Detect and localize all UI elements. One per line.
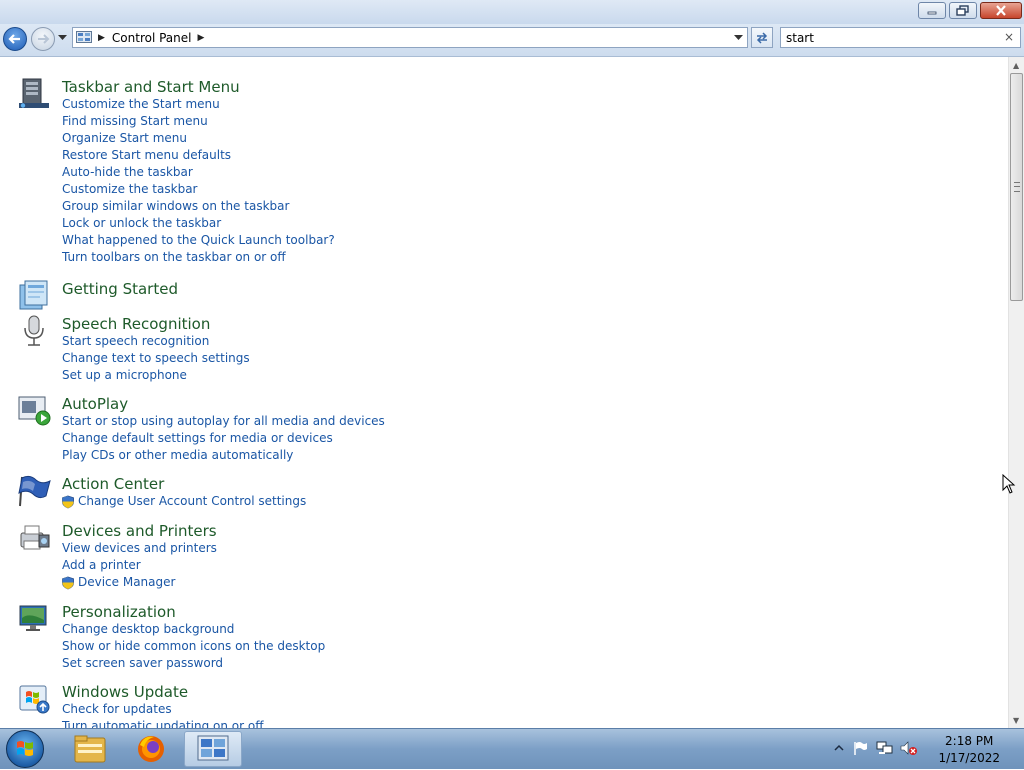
result-link[interactable]: Play CDs or other media automatically [62,448,293,462]
result-link[interactable]: Show or hide common icons on the desktop [62,639,325,653]
result-link[interactable]: Device Manager [78,575,175,589]
start-button[interactable] [6,730,44,768]
result-link[interactable]: Set up a microphone [62,368,187,382]
minimize-icon [927,11,937,14]
clear-search-button[interactable]: × [1004,30,1014,44]
breadcrumb-control-panel[interactable]: Control Panel [112,31,192,45]
section-title[interactable]: Speech Recognition [62,315,210,333]
result-link[interactable]: Change text to speech settings [62,351,250,365]
window-controls [915,2,1022,19]
microphone-icon [24,315,44,346]
system-clock[interactable]: 2:18 PM 1/17/2022 [938,733,1000,767]
forward-button[interactable] [31,27,55,51]
result-link[interactable]: View devices and printers [62,541,217,555]
section-title[interactable]: Action Center [62,475,164,493]
forward-arrow-icon [38,34,50,44]
taskbar-icon [19,78,49,108]
result-link[interactable]: Group similar windows on the taskbar [62,199,289,213]
network-icon[interactable] [876,740,894,756]
breadcrumb-separator-icon[interactable]: ▶ [198,33,205,43]
taskbar: 2:18 PM 1/17/2022 [0,728,1024,769]
result-link[interactable]: Customize the taskbar [62,182,197,196]
clock-date: 1/17/2022 [938,751,1000,765]
restore-icon [956,5,969,16]
uac-shield-icon [62,576,74,590]
personalization-icon [19,605,47,631]
windows-logo-icon [17,741,33,756]
result-link[interactable]: Check for updates [62,702,172,716]
result-link[interactable]: What happened to the Quick Launch toolba… [62,233,335,247]
minimize-button[interactable] [918,2,946,19]
windows-explorer-icon [74,735,106,763]
taskbar-control-panel-button[interactable] [184,731,242,767]
section-title[interactable]: Taskbar and Start Menu [62,78,240,96]
action-center-flag-icon[interactable] [852,740,868,756]
action-center-flag-icon [18,475,51,507]
back-arrow-icon [8,34,20,44]
navigation-toolbar: ▶ Control Panel ▶ × [0,24,1024,57]
getting-started-icon [19,280,48,310]
address-dropdown-icon[interactable] [734,35,743,41]
section-title[interactable]: Devices and Printers [62,522,217,540]
section-title[interactable]: Windows Update [62,683,188,701]
notification-area: 2:18 PM 1/17/2022 [834,729,1024,769]
result-link[interactable]: Change default settings for media or dev… [62,431,333,445]
result-link[interactable]: Turn automatic updating on or off [62,719,264,728]
result-link[interactable]: Change User Account Control settings [78,494,306,508]
result-link[interactable]: Add a printer [62,558,141,572]
result-link[interactable]: Lock or unlock the taskbar [62,216,221,230]
vertical-scrollbar[interactable]: ▲ ▼ [1008,57,1024,728]
address-bar[interactable]: ▶ Control Panel ▶ [72,27,748,48]
windows-update-icon [19,685,50,714]
result-link[interactable]: Start speech recognition [62,334,209,348]
autoplay-icon [18,396,51,426]
scroll-up-icon[interactable]: ▲ [1013,61,1019,70]
result-link[interactable]: Auto-hide the taskbar [62,165,193,179]
scroll-down-icon[interactable]: ▼ [1013,716,1019,725]
back-button[interactable] [3,27,27,51]
taskbar-firefox-button[interactable] [122,731,180,767]
clock-time: 2:18 PM [945,734,994,748]
result-link[interactable]: Change desktop background [62,622,234,636]
restore-button[interactable] [949,2,977,19]
result-link[interactable]: Organize Start menu [62,131,187,145]
breadcrumb-separator-icon[interactable]: ▶ [98,33,105,43]
section-title[interactable]: AutoPlay [62,395,128,413]
refresh-icon [756,31,768,44]
title-bar[interactable] [0,0,1024,24]
search-input[interactable] [786,30,996,45]
show-hidden-icons-icon[interactable] [834,744,844,752]
recent-pages-dropdown-icon[interactable] [58,35,67,41]
search-box[interactable]: × [780,27,1021,48]
search-results: Taskbar and Start Menu Customize the Star… [0,57,1008,728]
section-title[interactable]: Personalization [62,603,176,621]
firefox-icon [138,736,164,762]
control-panel-window: ▶ Control Panel ▶ × Taskbar and Start Me… [0,0,1024,728]
refresh-button[interactable] [751,27,773,48]
result-link[interactable]: Set screen saver password [62,656,223,670]
uac-shield-icon [62,495,74,509]
close-icon [996,5,1006,16]
result-link[interactable]: Find missing Start menu [62,114,208,128]
control-panel-icon [197,735,229,761]
result-link[interactable]: Customize the Start menu [62,97,220,111]
close-button[interactable] [980,2,1022,19]
scrollbar-thumb[interactable] [1010,73,1023,301]
volume-muted-icon[interactable] [900,740,918,756]
devices-printers-icon [20,525,50,550]
result-link[interactable]: Turn toolbars on the taskbar on or off [62,250,286,264]
result-link[interactable]: Restore Start menu defaults [62,148,231,162]
taskbar-explorer-button[interactable] [60,731,118,767]
mouse-cursor-icon [1002,474,1016,494]
section-title[interactable]: Getting Started [62,280,178,298]
scrollbar-grip-icon [1014,182,1020,192]
control-panel-icon [76,31,92,43]
result-link[interactable]: Start or stop using autoplay for all med… [62,414,385,428]
